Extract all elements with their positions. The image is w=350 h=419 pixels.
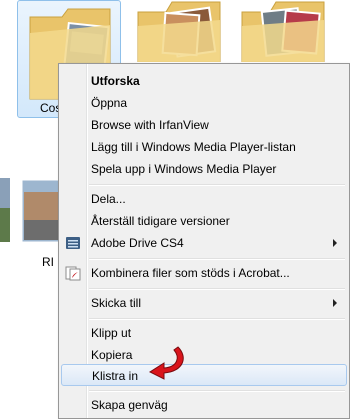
menu-item-share[interactable]: Dela... bbox=[61, 188, 347, 210]
menu-item-browse-irfanview[interactable]: Browse with IrfanView bbox=[61, 114, 347, 136]
menu-item-combine-acrobat[interactable]: Kombinera filer som stöds i Acrobat... bbox=[61, 262, 347, 284]
menu-separator bbox=[89, 318, 345, 320]
menu-item-open[interactable]: Öppna bbox=[61, 92, 347, 114]
menu-item-play-in-wmp[interactable]: Spela upp i Windows Media Player bbox=[61, 158, 347, 180]
submenu-arrow-icon bbox=[333, 239, 337, 247]
thumbnail-image[interactable] bbox=[0, 178, 12, 242]
menu-separator bbox=[89, 258, 345, 260]
menu-item-copy[interactable]: Kopiera bbox=[61, 344, 347, 366]
adobe-drive-icon bbox=[65, 235, 81, 251]
menu-item-restore-previous-versions[interactable]: Återställ tidigare versioner bbox=[61, 210, 347, 232]
menu-item-explore[interactable]: Utforska bbox=[61, 70, 347, 92]
menu-separator bbox=[89, 288, 345, 290]
menu-item-adobe-drive[interactable]: Adobe Drive CS4 bbox=[61, 232, 347, 254]
menu-item-create-shortcut[interactable]: Skapa genväg bbox=[61, 394, 347, 416]
submenu-arrow-icon bbox=[333, 299, 337, 307]
menu-item-cut[interactable]: Klipp ut bbox=[61, 322, 347, 344]
pointer-arrow-icon bbox=[148, 346, 184, 380]
folder-icon[interactable] bbox=[134, 0, 224, 62]
context-menu: Utforska Öppna Browse with IrfanView Läg… bbox=[58, 63, 350, 419]
menu-separator bbox=[89, 184, 345, 186]
acrobat-combine-icon bbox=[65, 265, 81, 281]
menu-item-paste[interactable]: Klistra in bbox=[61, 364, 347, 386]
menu-item-send-to[interactable]: Skicka till bbox=[61, 292, 347, 314]
menu-item-add-to-wmp-list[interactable]: Lägg till i Windows Media Player-listan bbox=[61, 136, 347, 158]
folder-icon[interactable] bbox=[238, 0, 328, 62]
thumbnail-image[interactable] bbox=[22, 180, 60, 242]
file-label: RI bbox=[42, 255, 54, 269]
menu-separator bbox=[89, 390, 345, 392]
